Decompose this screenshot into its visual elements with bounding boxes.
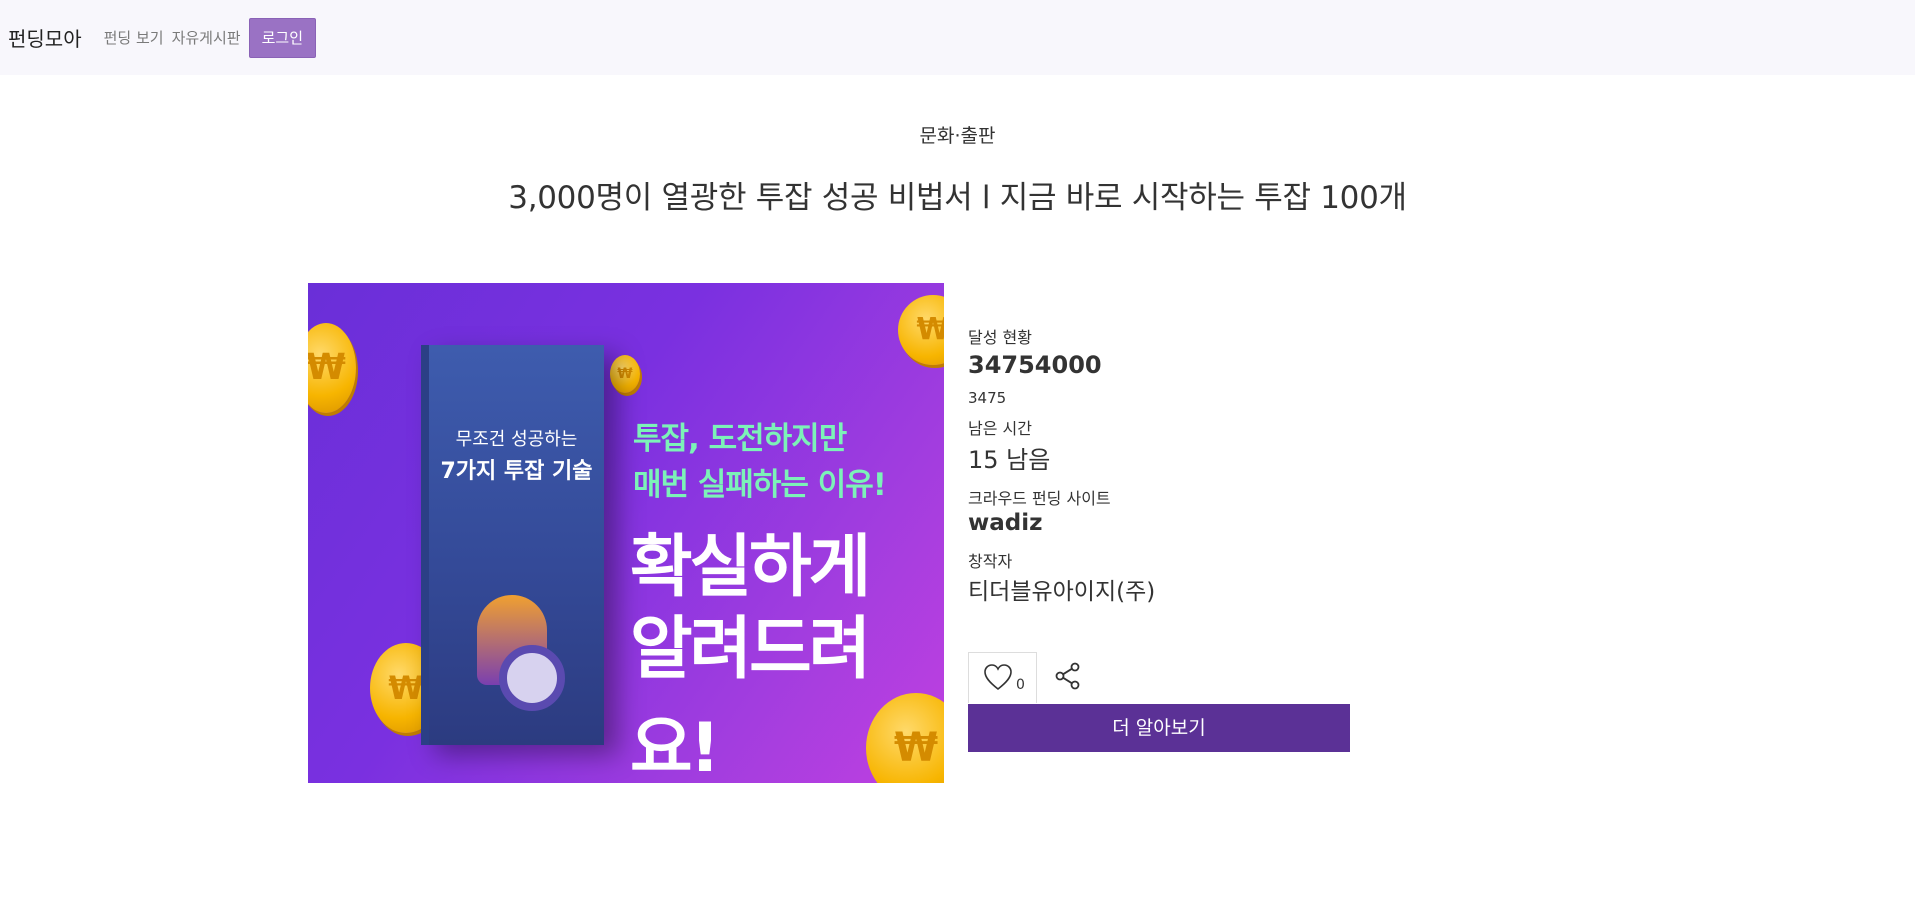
creator-value: 티더블유아이지(주) — [968, 579, 1156, 605]
creator-label: 창작자 — [968, 552, 1013, 571]
book-subtitle: 무조건 성공하는 — [455, 429, 578, 450]
project-image: ₩ ₩ ₩ ₩ ₩ 무조건 성공하는 7가지 투잡 기술 투잡, 도전하지만 매… — [308, 283, 944, 783]
site-label: 크라우드 펀딩 사이트 — [968, 489, 1111, 508]
magnifier-icon — [499, 645, 565, 711]
like-count: 0 — [1016, 677, 1025, 693]
remaining-label: 남은 시간 — [968, 419, 1032, 438]
brand-logo[interactable]: 펀딩모아 — [8, 23, 82, 52]
like-button[interactable]: 0 — [968, 652, 1037, 703]
share-button[interactable] — [1053, 661, 1083, 695]
nav-link-fundings[interactable]: 펀딩 보기 — [104, 27, 164, 48]
achievement-percent: 3475 — [968, 389, 1007, 407]
share-icon — [1055, 662, 1080, 690]
site-value: wadiz — [968, 510, 1043, 536]
project-title: 3,000명이 열광한 투잡 성공 비법서 l 지금 바로 시작하는 투잡 10… — [508, 180, 1407, 216]
remaining-value: 15 남음 — [968, 446, 1051, 474]
book-title: 7가지 투잡 기술 — [440, 459, 593, 484]
coin-icon: ₩ — [308, 323, 356, 413]
book-cover: 무조건 성공하는 7가지 투잡 기술 — [421, 345, 604, 745]
coin-icon: ₩ — [898, 295, 944, 365]
ad-headline-2: 매번 실패하는 이유! — [633, 467, 887, 503]
heart-icon — [984, 664, 1012, 691]
project-category: 문화·출판 — [919, 125, 996, 147]
coin-icon: ₩ — [610, 355, 640, 393]
achievement-amount: 34754000 — [968, 351, 1102, 379]
achievement-label: 달성 현황 — [968, 328, 1032, 347]
ad-headline-1: 투잡, 도전하지만 — [633, 421, 847, 457]
navbar: 펀딩모아 펀딩 보기 자유게시판 로그인 — [0, 0, 1915, 75]
nav-link-board[interactable]: 자유게시판 — [172, 27, 241, 48]
login-button[interactable]: 로그인 — [248, 17, 316, 58]
learn-more-button[interactable]: 더 알아보기 — [968, 704, 1350, 752]
project-info: 달성 현황 34754000 3475 남은 시간 15 남음 크라우드 펀딩 … — [968, 324, 1368, 606]
ad-headline-4: 알려드려요! — [630, 610, 871, 783]
